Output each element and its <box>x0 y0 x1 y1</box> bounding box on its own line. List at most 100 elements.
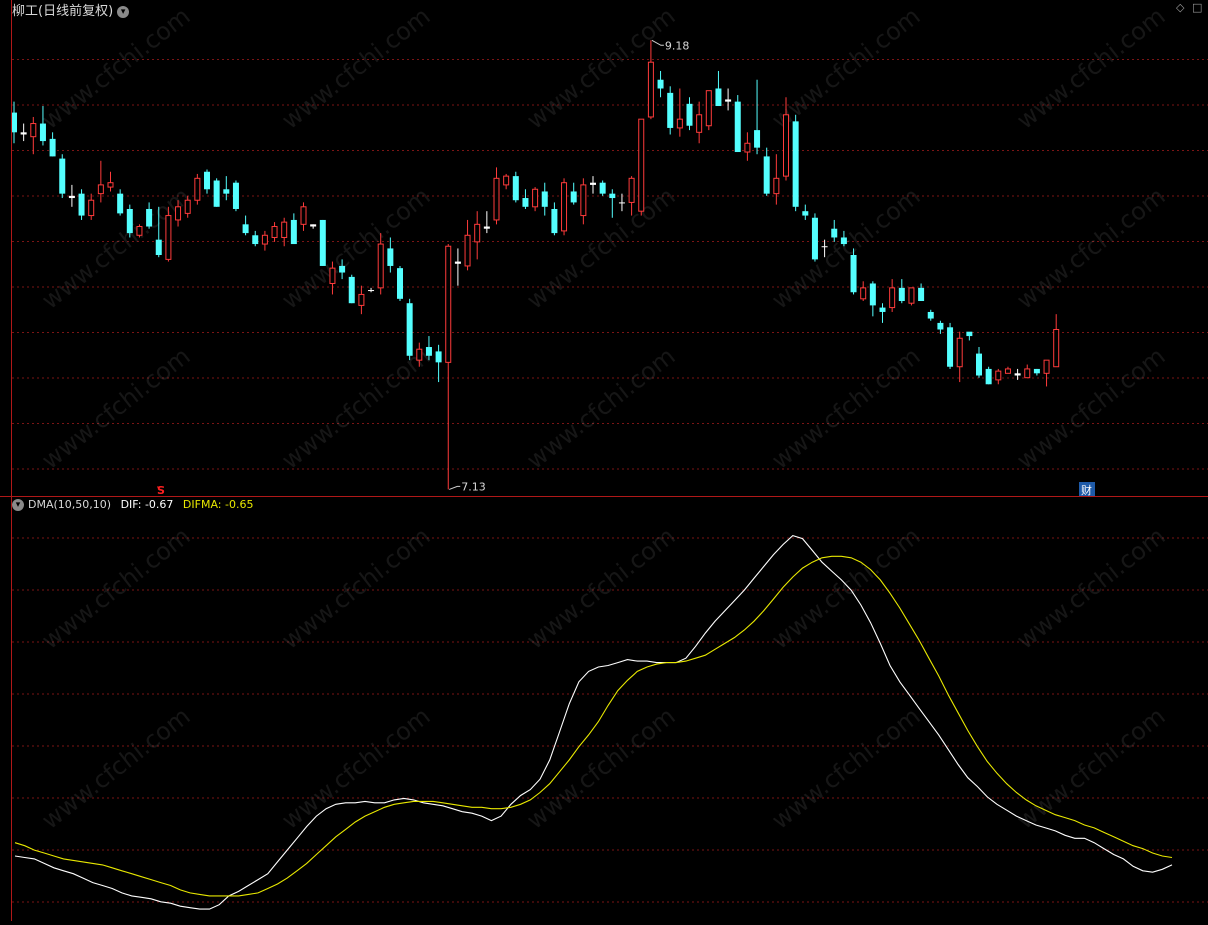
candle-body <box>840 237 847 245</box>
candle-body <box>860 287 867 300</box>
candle <box>869 281 876 317</box>
candle <box>618 193 625 212</box>
candle-body <box>30 123 37 138</box>
candle-body <box>319 219 326 266</box>
candle-body <box>956 337 963 368</box>
candle-body <box>1004 368 1011 374</box>
candle-body <box>985 368 992 385</box>
candle-body <box>570 191 577 203</box>
candle <box>850 248 857 295</box>
high-price-label: 9.18 <box>665 39 690 52</box>
candle-body <box>175 206 182 221</box>
candle-body <box>676 118 683 129</box>
indicator-header: ▾ DMA(10,50,10) DIF: -0.67 DIFMA: -0.65 <box>12 498 253 511</box>
candle-body <box>97 184 104 195</box>
candle <box>232 180 239 212</box>
candle <box>995 368 1002 385</box>
watermark-text: www.cfchi.com <box>521 342 680 475</box>
indicator-name: DMA(10,50,10) <box>28 498 112 511</box>
candle-body <box>715 88 722 107</box>
candle-body <box>397 268 403 299</box>
candle-body <box>773 177 780 195</box>
candle-body <box>377 243 384 289</box>
candle-body <box>1033 368 1040 374</box>
watermark-text: www.cfchi.com <box>36 182 195 315</box>
difma-value: DIFMA: -0.65 <box>182 498 254 511</box>
candle-body <box>696 114 703 133</box>
candle <box>30 116 37 155</box>
watermark-text: www.cfchi.com <box>276 2 435 135</box>
watermark-text: www.cfchi.com <box>276 522 435 655</box>
candle <box>483 211 490 234</box>
candle <box>204 169 210 194</box>
candle-body <box>184 199 191 214</box>
candle-body <box>869 283 876 306</box>
price-panel-header: 柳工(日线前复权) ▾ <box>12 0 130 19</box>
candle <box>464 219 471 271</box>
candle <box>387 237 394 273</box>
candle <box>889 279 896 312</box>
candle <box>88 193 95 220</box>
candle <box>966 331 973 341</box>
candle-body <box>290 219 297 245</box>
chevron-down-icon[interactable]: ▾ <box>117 6 130 18</box>
watermark-text: www.cfchi.com <box>521 2 680 135</box>
chevron-down-icon[interactable]: ▾ <box>12 499 24 511</box>
candle <box>599 180 606 196</box>
candle-body <box>947 327 954 367</box>
candle <box>734 95 741 153</box>
candle <box>348 274 355 304</box>
candle <box>49 132 56 157</box>
candle-body <box>1053 328 1060 368</box>
candle <box>435 344 442 383</box>
chart-canvas[interactable]: www.cfchi.com www.cfchi.com www.cfchi.com w… <box>0 0 1208 921</box>
candle-body <box>725 99 732 102</box>
candle-body <box>146 208 153 227</box>
watermark-text: www.cfchi.com <box>1011 522 1170 655</box>
candle-body <box>68 195 75 199</box>
dif-value: DIF: -0.67 <box>120 498 174 511</box>
candle <box>918 283 925 302</box>
candle-body <box>503 175 510 186</box>
candle-body <box>261 234 268 245</box>
candle <box>358 285 365 315</box>
candle <box>1043 359 1050 387</box>
candle-body <box>213 180 220 207</box>
candle-body <box>483 226 490 229</box>
candle-body <box>802 211 809 216</box>
candle <box>522 189 529 209</box>
candle-body <box>155 239 162 255</box>
candle-body <box>445 245 452 363</box>
square-icon[interactable]: □ <box>1192 1 1202 14</box>
candle <box>300 202 307 231</box>
candle-body <box>1024 368 1031 379</box>
candle-body <box>117 193 124 214</box>
candle-body <box>754 130 761 148</box>
candle <box>570 182 577 205</box>
candle <box>956 331 963 383</box>
candle-body <box>667 92 674 128</box>
candle-body <box>39 123 46 142</box>
candle <box>647 40 654 120</box>
chart-root: www.cfchi.com www.cfchi.com www.cfchi.com w… <box>0 0 1208 921</box>
candle-body <box>580 184 587 217</box>
candle-body <box>599 182 606 194</box>
candle-body <box>976 353 982 376</box>
candle <box>927 309 934 321</box>
candle-body <box>995 370 1002 381</box>
candle-body <box>88 199 95 217</box>
candle <box>657 70 664 98</box>
candle <box>397 265 403 302</box>
candle-body <box>831 228 838 238</box>
watermark-text: www.cfchi.com <box>766 2 925 135</box>
candle <box>512 171 519 203</box>
candle <box>59 154 66 199</box>
candle-body <box>734 101 741 153</box>
candle <box>792 114 799 212</box>
candle-body <box>918 287 925 302</box>
candle <box>676 88 683 137</box>
watermark-text: www.cfchi.com <box>276 342 435 475</box>
diamond-icon[interactable]: ◇ <box>1176 1 1184 14</box>
candle <box>715 70 722 107</box>
low-pointer <box>449 485 461 490</box>
